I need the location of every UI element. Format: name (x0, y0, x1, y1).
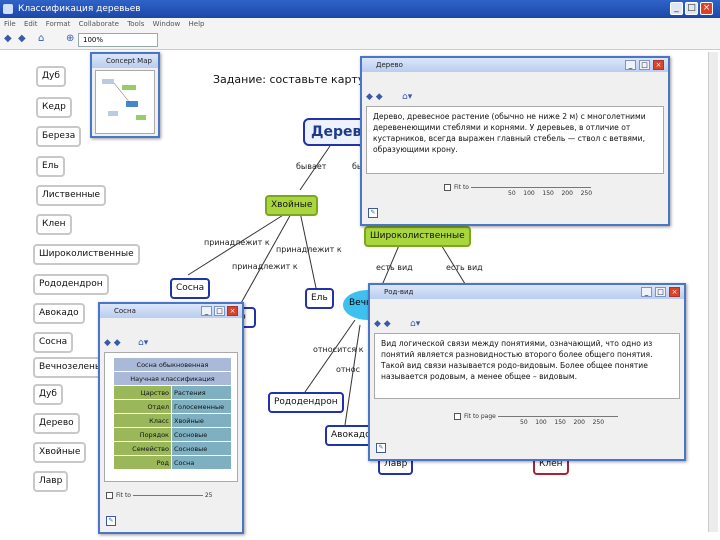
table-key: Царство (113, 385, 172, 400)
table-value: Голосеменные (171, 399, 232, 414)
table-key: Отдел (113, 399, 172, 414)
table-value: Растения (171, 385, 232, 400)
derevo-fit-checkbox[interactable] (444, 184, 451, 191)
link-label-est-vid-1: есть вид (376, 263, 413, 272)
rodvid-home-icon[interactable]: ⌂▾ (410, 319, 420, 329)
sosna-scale[interactable]: Fit to 25 (106, 492, 212, 499)
table-row: Царство Растения (113, 385, 232, 400)
link-label-prinadlezhit-2: принадлежит к (276, 245, 342, 254)
rodvid-description: Вид логической связи между понятиями, оз… (381, 339, 653, 381)
node-el[interactable]: Ель (305, 288, 334, 309)
link-label-byvaet: бывает (296, 162, 327, 171)
table-value: Хвойные (171, 413, 232, 428)
derevo-close-button[interactable]: × (653, 60, 664, 70)
table-key: Класс (113, 413, 172, 428)
sosna-scale-slider[interactable] (132, 495, 203, 496)
link-label-prinadlezhit-3: принадлежит к (232, 262, 298, 271)
app-window: Классификация деревьев _ □ × File Edit F… (0, 0, 720, 540)
sosna-tick-end: 25 (204, 492, 213, 499)
derevo-tick-150: 150 (542, 190, 554, 197)
sosna-window: Сосна _ □ × ◆ ◆ ⌂▾ Сосна обыкновенная На… (98, 302, 244, 534)
main-scrollbar[interactable] (708, 52, 718, 532)
derevo-tick-250: 250 (580, 190, 593, 197)
rodvid-tick-150: 150 (554, 419, 566, 426)
sosna-close-button[interactable]: × (227, 306, 238, 316)
rodvid-tick-100: 100 (535, 419, 547, 426)
link-label-prinadlezhit-1: принадлежит к (204, 238, 270, 247)
rodvid-tick-250: 250 (592, 419, 605, 426)
table-key: Семейство (113, 441, 172, 456)
derevo-scale-ticks: 50 100 150 200 250 (508, 190, 592, 197)
derevo-home-icon[interactable]: ⌂▾ (402, 92, 412, 102)
derevo-maximize-button[interactable]: □ (639, 60, 650, 70)
node-sosna[interactable]: Сосна (170, 278, 211, 299)
rodvid-maximize-button[interactable]: □ (655, 287, 666, 297)
rodvid-scale-ticks: 50 100 150 200 250 (520, 419, 604, 426)
table-value: Сосна (171, 455, 232, 470)
table-header-classification: Научная классификация (113, 371, 232, 386)
sosna-fit-label: Fit to (116, 492, 131, 499)
derevo-scale-slider[interactable] (470, 187, 591, 188)
node-hvoynye[interactable]: Хвойные (265, 195, 319, 216)
derevo-description: Дерево, древесное растение (обычно не ни… (373, 112, 646, 154)
sosna-table-pane: Сосна обыкновенная Научная классификация… (104, 352, 238, 482)
derevo-fit-label: Fit to (454, 184, 469, 191)
link-label-est-vid-2: есть вид (446, 263, 483, 272)
derevo-tick-100: 100 (523, 190, 535, 197)
sosna-footer-icon[interactable]: ✎ (106, 516, 116, 526)
table-row: Семейство Сосновые (113, 441, 232, 456)
rodvid-fit-label: Fit to page (464, 413, 496, 420)
derevo-text-pane: Дерево, древесное растение (обычно не ни… (366, 106, 664, 174)
sosna-home-icon[interactable]: ⌂▾ (138, 338, 148, 348)
table-row: Порядок Сосновые (113, 427, 232, 442)
derevo-back-icon[interactable]: ◆ ◆ (366, 92, 383, 102)
sosna-maximize-button[interactable]: □ (214, 306, 225, 316)
classification-table: Сосна обыкновенная Научная классификация… (113, 357, 232, 470)
rodvid-fit-checkbox[interactable] (454, 413, 461, 420)
table-value: Сосновые (171, 427, 232, 442)
derevo-tick-50: 50 (508, 190, 516, 197)
rodvid-text-pane: Вид логической связи между понятиями, оз… (374, 333, 680, 399)
table-value: Сосновые (171, 441, 232, 456)
derevo-footer-icon[interactable]: ✎ (368, 208, 378, 218)
derevo-tick-200: 200 (561, 190, 573, 197)
table-row: Класс Хвойные (113, 413, 232, 428)
rodvid-scale-slider[interactable] (497, 416, 618, 417)
derevo-minimize-button[interactable]: _ (625, 60, 636, 70)
node-rododendron[interactable]: Рододендрон (268, 392, 344, 413)
sosna-minimize-button[interactable]: _ (201, 306, 212, 316)
derevo-window-title: Дерево (362, 58, 668, 72)
derevo-window: Дерево _ □ × ◆ ◆ ⌂▾ Дерево, древесное ра… (360, 56, 670, 226)
link-label-otnositsya: относится к (313, 345, 364, 354)
rodvid-close-button[interactable]: × (669, 287, 680, 297)
rodvid-tick-50: 50 (520, 419, 528, 426)
rodvid-minimize-button[interactable]: _ (641, 287, 652, 297)
table-header-species: Сосна обыкновенная (113, 357, 232, 372)
table-row: Род Сосна (113, 455, 232, 470)
table-key: Порядок (113, 427, 172, 442)
sosna-fit-checkbox[interactable] (106, 492, 113, 499)
rodvid-window-title: Род-вид (370, 285, 684, 299)
table-key: Род (113, 455, 172, 470)
rodvid-window: Род-вид _ □ × ◆ ◆ ⌂▾ Вид логической связ… (368, 283, 686, 461)
rodvid-tick-200: 200 (573, 419, 585, 426)
table-row: Отдел Голосеменные (113, 399, 232, 414)
sosna-back-icon[interactable]: ◆ ◆ (104, 338, 121, 348)
node-shirokolistvennye[interactable]: Широколиственные (364, 226, 471, 247)
rodvid-back-icon[interactable]: ◆ ◆ (374, 319, 391, 329)
rodvid-footer-icon[interactable]: ✎ (376, 443, 386, 453)
link-label-otnos: относ (336, 365, 361, 374)
